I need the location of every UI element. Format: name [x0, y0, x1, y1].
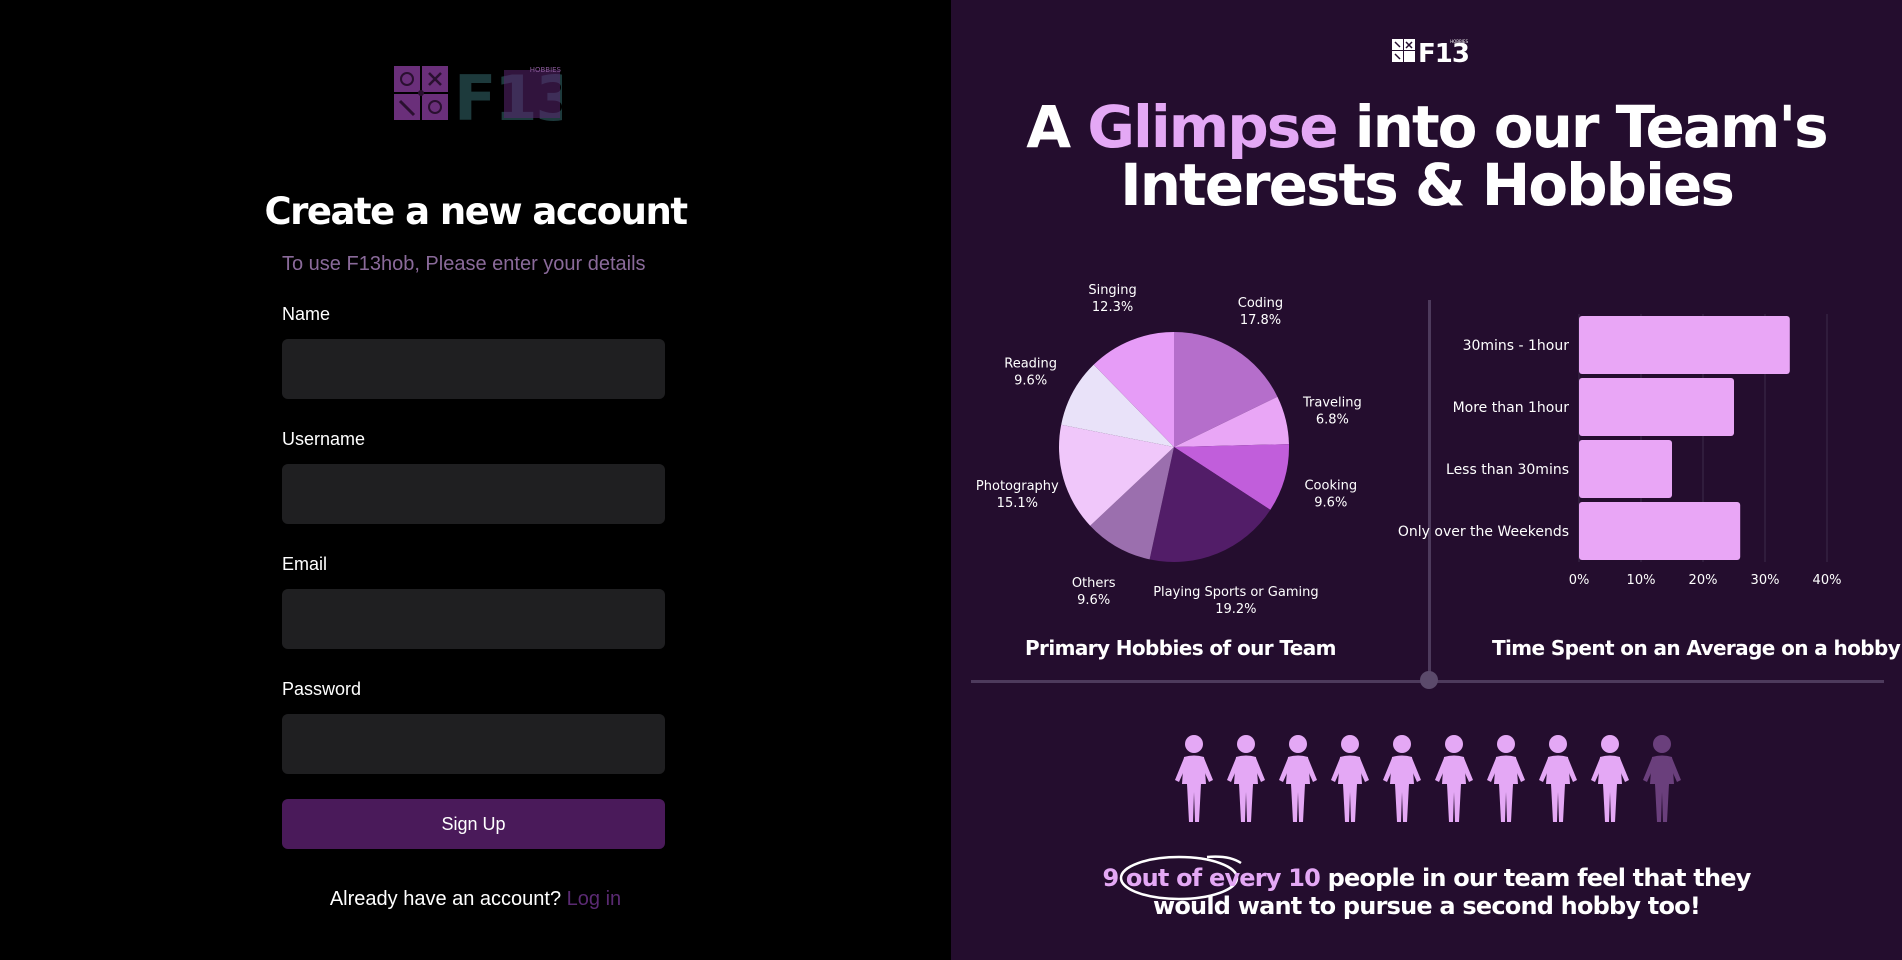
- bar-x-tick: 40%: [1813, 573, 1842, 588]
- name-input[interactable]: [282, 339, 665, 399]
- headline-part1: A: [1026, 93, 1071, 161]
- person-icon: [1487, 735, 1525, 822]
- person-icon: [1643, 735, 1681, 822]
- infographic-headline: A Glimpse into our Team's Interests & Ho…: [951, 98, 1902, 214]
- pie-label: Singing 12.3%: [1088, 283, 1136, 315]
- divider-dot: [1420, 671, 1438, 689]
- bar-x-tick: 0%: [1569, 573, 1590, 588]
- bar-category-label: Less than 30mins: [1446, 462, 1569, 478]
- password-input[interactable]: [282, 714, 665, 774]
- person-icon: [1383, 735, 1421, 822]
- brand-logo-small: F13 HOBBIES: [1392, 39, 1468, 64]
- login-prompt: Already have an account?: [329, 888, 562, 910]
- brand-logo: F13 HOBBIES: [394, 64, 562, 124]
- pie-label: Cooking 9.6%: [1304, 478, 1357, 510]
- logo-tag: HOBBIES: [530, 66, 562, 74]
- login-link[interactable]: Log in: [567, 888, 622, 910]
- bar-x-tick: 30%: [1751, 573, 1780, 588]
- pie-label: Others 9.6%: [1072, 576, 1116, 608]
- bar-x-tick: 10%: [1627, 573, 1656, 588]
- person-icon: [1279, 735, 1317, 822]
- stat-accent: 9 out of every 10: [1102, 864, 1321, 892]
- stat-line2: would want to pursue a second hobby too!: [1153, 892, 1701, 920]
- password-label: Password: [282, 679, 362, 699]
- person-icon: [1539, 735, 1577, 822]
- hobbies-pie-chart: Coding 17.8% Traveling 6.8% Cooking 9.6% Playi…: [976, 283, 1362, 617]
- pie-label: Reading 9.6%: [1004, 356, 1057, 388]
- bar-less-than-30mins: [1579, 440, 1672, 498]
- infographic-panel: F13 HOBBIES A Glimpse into our Team's In…: [951, 0, 1902, 960]
- bar-30mins-1hour: [1579, 316, 1790, 374]
- person-icon: [1175, 735, 1213, 822]
- email-input[interactable]: [282, 589, 665, 649]
- pie-label: Photography 15.1%: [976, 479, 1059, 511]
- person-icon: [1591, 735, 1629, 822]
- person-icon: [1435, 735, 1473, 822]
- bar-category-label: 30mins - 1hour: [1463, 338, 1570, 354]
- name-label: Name: [282, 304, 331, 324]
- people-row: [1171, 734, 1691, 824]
- bar-only-over-the-weekends: [1579, 502, 1741, 560]
- username-input[interactable]: [282, 464, 665, 524]
- pie-label: Coding 17.8%: [1238, 296, 1283, 328]
- page-subtitle: To use F13hob, Please enter your details: [282, 253, 646, 275]
- person-icon: [1227, 735, 1265, 822]
- headline-line2: Interests & Hobbies: [1120, 151, 1735, 219]
- pie-label: Playing Sports or Gaming 19.2%: [1153, 585, 1318, 617]
- page-title: Create a new account: [264, 190, 688, 233]
- bar-category-label: More than 1hour: [1453, 400, 1570, 416]
- person-icon: [1331, 735, 1369, 822]
- bar-category-label: Only over the Weekends: [1398, 524, 1569, 540]
- stat-line1: people in our team feel that they: [1327, 864, 1752, 892]
- pie-label: Traveling 6.8%: [1302, 395, 1362, 427]
- stat-text: 9 out of every 10 people in our team fee…: [951, 864, 1902, 920]
- email-label: Email: [282, 554, 328, 574]
- bar-x-tick: 20%: [1689, 573, 1718, 588]
- pie-chart-caption: Primary Hobbies of our Team: [1025, 636, 1336, 660]
- time-spent-bar-chart: 0% 10% 20% 30% 40% 30mins - 1hour More than 1h…: [1398, 314, 1842, 588]
- bar-chart-caption: Time Spent on an Average on a hobby: [1492, 636, 1901, 660]
- logo-grid-icon: [394, 66, 448, 120]
- login-prompt-row: Already have an account? Log in: [0, 888, 951, 911]
- signup-panel: F13 HOBBIES Create a new account To use …: [0, 0, 951, 960]
- bar-more-than-1hour: [1579, 378, 1734, 436]
- signup-button[interactable]: Sign Up: [282, 799, 665, 849]
- logo-tag-small: HOBBIES: [1450, 39, 1468, 44]
- logo-grid-icon: [1392, 39, 1415, 62]
- username-label: Username: [282, 429, 366, 449]
